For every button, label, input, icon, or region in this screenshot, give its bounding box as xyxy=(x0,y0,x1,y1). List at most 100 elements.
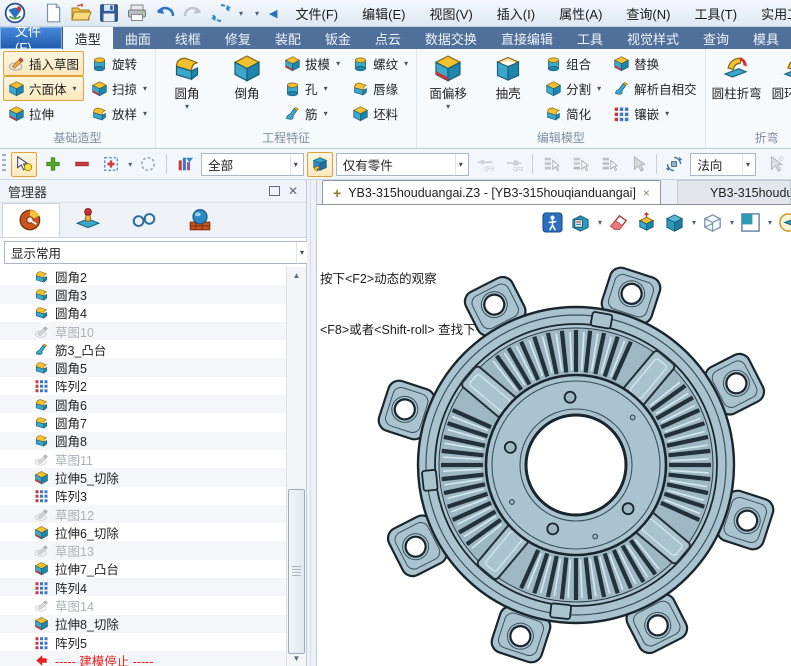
ribbon-tab-造型[interactable]: 造型 xyxy=(63,27,113,49)
pick-box-dropdown-icon[interactable]: ▾ xyxy=(128,160,132,169)
reorient-button[interactable] xyxy=(661,152,687,177)
dropdown-icon[interactable]: ▾ xyxy=(665,109,669,118)
undo-icon[interactable] xyxy=(154,3,176,23)
tree-item[interactable]: 草图13 xyxy=(0,541,286,559)
ribbon-button[interactable]: 唇缘 xyxy=(347,76,413,101)
menu-item[interactable]: 插入(I) xyxy=(497,4,535,23)
shaded-display-button[interactable] xyxy=(663,211,686,234)
tab-material-manager[interactable] xyxy=(172,203,228,237)
ribbon-button[interactable]: 孔▾ xyxy=(279,76,345,101)
tree-item[interactable]: 圆角8 xyxy=(0,432,286,450)
ribbon-button[interactable]: 拔模▾ xyxy=(279,51,345,76)
combo-arrow-icon[interactable]: ▾ xyxy=(296,242,307,263)
tree-item[interactable]: 草图10 xyxy=(0,322,286,340)
ribbon-button[interactable]: 镶嵌▾ xyxy=(608,101,702,126)
wireframe-display-button[interactable] xyxy=(701,211,724,234)
pick-filter-button[interactable] xyxy=(11,152,37,177)
ribbon-tab-线框[interactable]: 线框 xyxy=(163,27,213,49)
cursor-ghost-button[interactable] xyxy=(763,152,789,177)
tree-item[interactable]: ----- 建模停止 ----- xyxy=(0,651,286,666)
collapse-menu-icon[interactable]: ◀ xyxy=(269,7,277,20)
view-rotate-dropdown-icon[interactable]: ▾ xyxy=(239,9,243,18)
ribbon-tab-曲面[interactable]: 曲面 xyxy=(113,27,163,49)
redo-icon[interactable] xyxy=(182,3,204,23)
ribbon-tab-装配[interactable]: 装配 xyxy=(263,27,313,49)
print-icon[interactable] xyxy=(126,3,148,23)
new-file-icon[interactable] xyxy=(42,3,64,23)
tab-visual-manager[interactable] xyxy=(116,203,172,237)
ribbon-button[interactable]: 筋▾ xyxy=(279,101,345,126)
ribbon-button-big[interactable]: 面偏移▾ xyxy=(420,51,476,111)
3d-model-end-cover[interactable] xyxy=(366,255,786,666)
menu-item[interactable]: 查询(N) xyxy=(626,4,670,23)
tree-item[interactable]: 圆角4 xyxy=(0,304,286,322)
ribbon-button-big[interactable]: 抽壳 xyxy=(480,51,536,102)
ribbon-tab-模具[interactable]: 模具 xyxy=(741,27,791,49)
tree-item[interactable]: 拉伸8_切除 xyxy=(0,615,286,633)
tab-file[interactable]: 文件(F) xyxy=(0,27,63,49)
panel-splitter[interactable] xyxy=(307,180,317,666)
tree-scrollbar[interactable]: ▲ ▼ xyxy=(286,267,306,666)
remove-pick-button[interactable] xyxy=(69,152,95,177)
tree-item[interactable]: 筋3_凸台 xyxy=(0,340,286,358)
dropdown-icon[interactable]: ▾ xyxy=(404,59,408,68)
document-tab-inactive[interactable]: YB3-315houdu xyxy=(677,180,791,204)
list-pick-3-button[interactable] xyxy=(596,152,622,177)
tree-item[interactable]: 圆角3 xyxy=(0,285,286,303)
tree-item[interactable]: 拉伸5_切除 xyxy=(0,468,286,486)
ribbon-button[interactable]: 分割▾ xyxy=(540,76,606,101)
ribbon-button[interactable]: 简化 xyxy=(540,101,606,126)
tab-assembly-manager[interactable] xyxy=(60,203,116,237)
document-tab-active[interactable]: + YB3-315houduangai.Z3 - [YB3-315houqian… xyxy=(322,180,661,204)
ribbon-button[interactable]: 旋转 xyxy=(86,51,152,76)
view-rotate-icon[interactable] xyxy=(210,3,232,23)
combo-arrow-icon[interactable]: ▾ xyxy=(742,154,753,175)
save-icon[interactable] xyxy=(98,3,120,23)
ribbon-button-big[interactable]: 圆环折弯 xyxy=(769,51,791,102)
clipped-circle-button[interactable] xyxy=(777,211,791,234)
dropdown-icon[interactable]: ▾ xyxy=(446,102,450,111)
tree-item[interactable]: 圆角6 xyxy=(0,395,286,413)
ribbon-button[interactable]: 插入草图 xyxy=(3,51,84,76)
scrollbar-track[interactable] xyxy=(287,283,306,650)
ribbon-tab-查询[interactable]: 查询 xyxy=(691,27,741,49)
add-pick-button[interactable] xyxy=(40,152,66,177)
tree-item[interactable]: 草图14 xyxy=(0,596,286,614)
toolbar-overflow-icon[interactable]: ▾ xyxy=(255,9,259,18)
dropdown-icon[interactable]: ▾ xyxy=(143,109,147,118)
cursor-pick-button[interactable] xyxy=(625,152,651,177)
ribbon-tab-工具[interactable]: 工具 xyxy=(565,27,615,49)
list-pick-1-button[interactable] xyxy=(538,152,564,177)
tree-item[interactable]: 圆角7 xyxy=(0,413,286,431)
wireframe-dropdown-icon[interactable]: ▾ xyxy=(730,218,734,227)
menu-item[interactable]: 属性(A) xyxy=(559,4,602,23)
ribbon-tab-视觉样式[interactable]: 视觉样式 xyxy=(615,27,691,49)
tree-item[interactable]: 圆角2 xyxy=(0,267,286,285)
ribbon-tab-钣金[interactable]: 钣金 xyxy=(313,27,363,49)
tree-item[interactable]: 拉伸7_凸台 xyxy=(0,560,286,578)
ribbon-button[interactable]: 解析自相交 xyxy=(608,76,702,101)
pick-scope-combo[interactable]: 仅有零件 ▾ xyxy=(336,153,469,176)
ribbon-tab-数据交换[interactable]: 数据交换 xyxy=(413,27,489,49)
ribbon-button-big[interactable]: 圆柱折弯 xyxy=(709,51,765,102)
color-filter-button[interactable] xyxy=(172,152,198,177)
dropdown-icon[interactable]: ▾ xyxy=(597,84,601,93)
toolbar-grip[interactable] xyxy=(2,154,6,174)
menu-item[interactable]: 视图(V) xyxy=(429,4,472,23)
menu-item[interactable]: 文件(F) xyxy=(296,4,339,23)
exit-sketch-button[interactable] xyxy=(541,211,564,234)
menu-item[interactable]: 编辑(E) xyxy=(362,4,405,23)
tree-item[interactable]: 草图11 xyxy=(0,450,286,468)
dropdown-icon[interactable]: ▾ xyxy=(185,102,189,111)
filter-scope-combo[interactable]: 全部 ▾ xyxy=(201,153,304,176)
dropdown-icon[interactable]: ▾ xyxy=(143,84,147,93)
scroll-up-icon[interactable]: ▲ xyxy=(287,267,306,283)
scope-pick-button[interactable] xyxy=(307,152,333,177)
shaded-dropdown-icon[interactable]: ▾ xyxy=(692,218,696,227)
tree-item[interactable]: 阵列2 xyxy=(0,377,286,395)
csys-button[interactable] xyxy=(635,211,658,234)
tree-item[interactable]: 拉伸6_切除 xyxy=(0,523,286,541)
ribbon-button[interactable]: 扫掠▾ xyxy=(86,76,152,101)
tree-item[interactable]: 草图12 xyxy=(0,505,286,523)
tree-item[interactable]: 阵列5 xyxy=(0,633,286,651)
